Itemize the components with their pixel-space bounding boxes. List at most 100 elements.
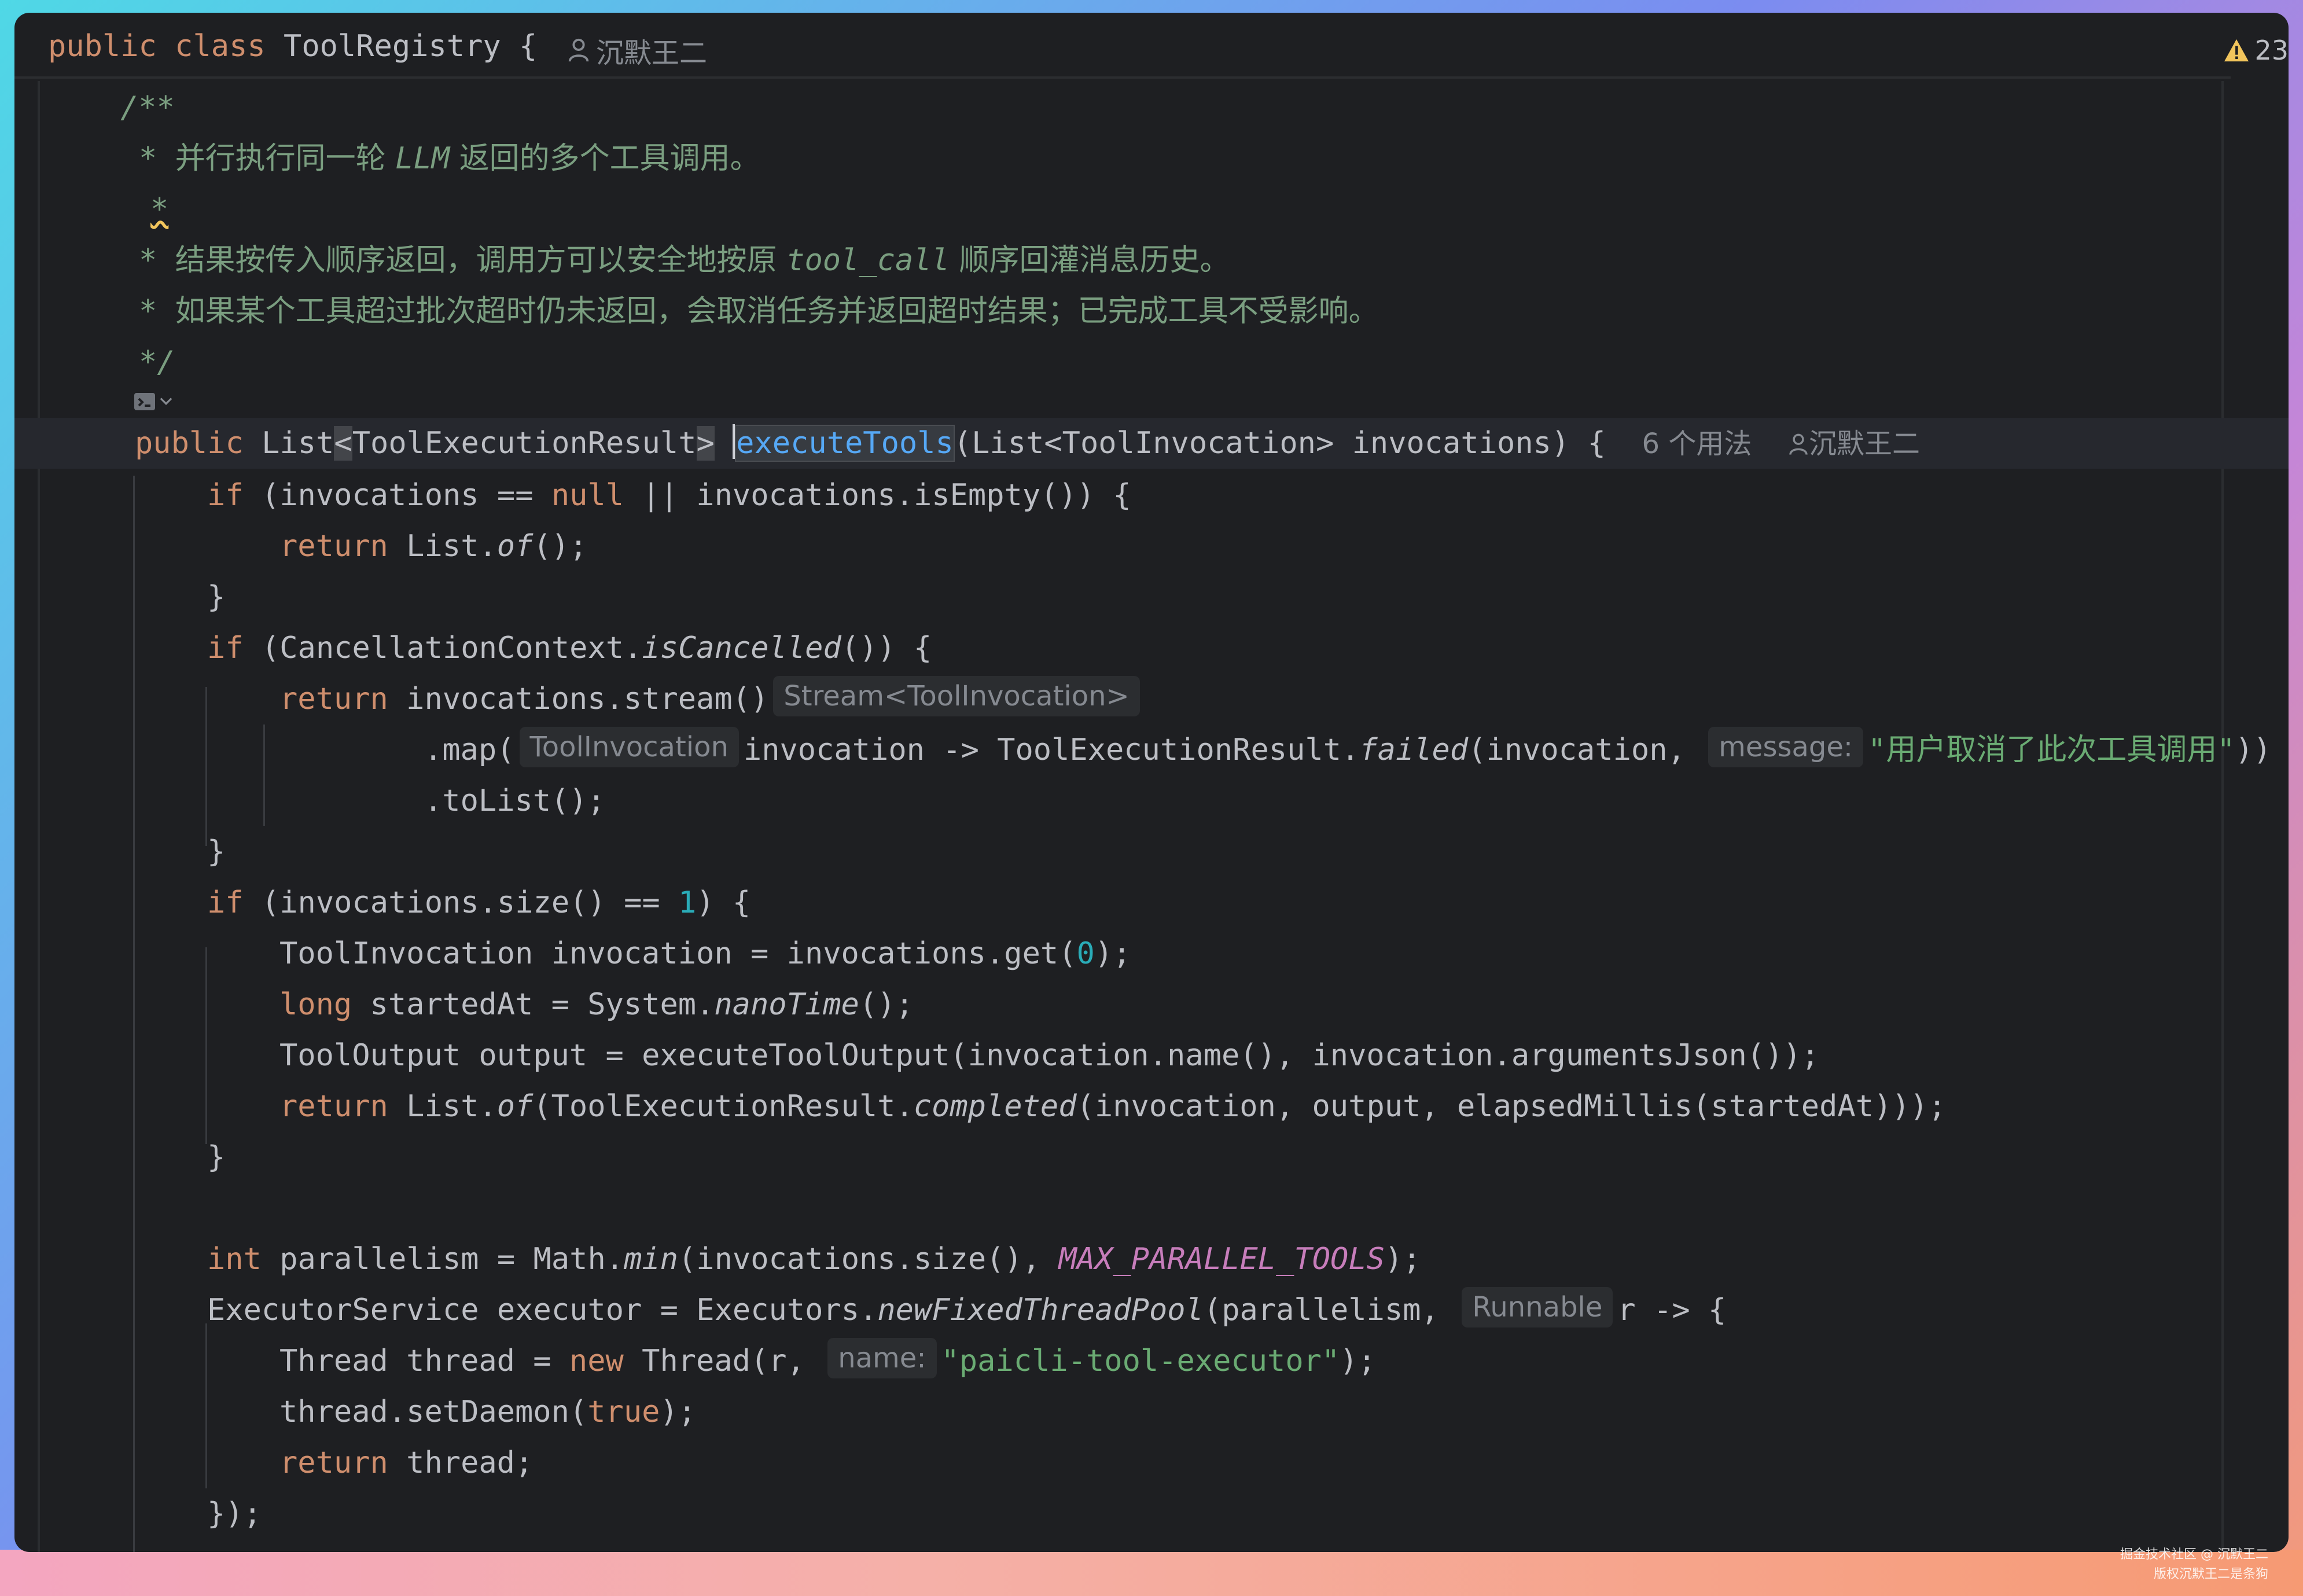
code-text: ); [660,1395,697,1429]
static-method: failed [1359,733,1469,767]
javadoc-star: * [139,243,175,278]
javadoc-text: 顺序回灌消息历史。 [949,243,1230,278]
chevron-down-icon [160,398,172,406]
code-line[interactable]: if (invocations.size() == 1) { [207,877,2289,928]
code-text: parallelism = Math. [261,1242,624,1277]
bracket-highlight: < [334,426,352,461]
code-text: invocations.stream() [388,682,769,716]
code-line[interactable]: return List.of(ToolExecutionResult.compl… [279,1081,2289,1132]
bracket-highlight: > [696,426,715,461]
code-text: }); [207,1496,262,1531]
method-name-executeTools[interactable]: executeTools [735,425,955,462]
static-method: isCancelled [642,631,841,665]
code-line[interactable]: if (CancellationContext.isCancelled()) { [207,623,2289,674]
code-text: (parallelism, [1203,1293,1458,1327]
code-line[interactable]: * 并行执行同一轮 LLM 返回的多个工具调用。 [139,133,2289,184]
watermark-line: 掘金技术社区 @ 沉默王二 [2120,1547,2268,1562]
javadoc-close: */ [139,345,175,380]
code-line[interactable]: Thread thread = new Thread(r, name: "paic… [279,1336,2289,1387]
code-line[interactable]: return invocations.stream() Stream<ToolIn… [279,674,2289,725]
javadoc-text: 并行执行同一轮 [175,141,396,176]
static-method: of [496,529,534,564]
code-line[interactable]: if (invocations == null || invocations.i… [207,470,2289,521]
code-text: (invocation, [1468,733,1704,767]
code-line[interactable]: */ [139,337,2289,388]
person-icon [1789,433,1808,455]
code-line[interactable]: } [207,1132,2289,1183]
code-text: ()) { [841,631,932,665]
code-text: (CancellationContext. [243,631,642,665]
render-doc-toggle[interactable] [133,390,174,413]
code-line[interactable]: return List.of(); [279,521,2289,572]
method-author-name: 沉默王二 [1808,428,1920,460]
static-method: completed [913,1089,1077,1124]
code-line[interactable]: * 如果某个工具超过批次超时仍未返回，会取消任务并返回超时结果；已完成工具不受影… [139,286,2289,337]
javadoc-code: LLM [395,141,450,176]
static-method: nanoTime [714,987,859,1022]
javadoc-open: /** [120,90,175,125]
code-line[interactable]: thread.setDaemon(true); [279,1387,2289,1437]
close-brace: } [207,580,226,615]
code-line[interactable]: ToolInvocation invocation = invocations.… [279,928,2289,979]
return-type-arg: ToolExecutionResult [352,426,697,461]
code-line[interactable]: ExecutorService executor = Executors.new… [207,1285,2289,1336]
usages-hint[interactable]: 6 个用法 [1642,428,1752,460]
code-line[interactable]: return thread; [279,1437,2289,1488]
number-literal: 0 [1076,936,1095,971]
code-text: .map( [424,733,515,767]
code-line[interactable]: } [207,826,2289,877]
keyword-return: return [279,1089,388,1124]
javadoc-text: 返回的多个工具调用。 [450,141,760,176]
code-text: (invocations == [243,478,551,513]
keyword-public: public [135,426,244,461]
code-line[interactable]: int parallelism = Math.min(invocations.s… [207,1234,2289,1285]
code-line[interactable]: .toList(); [424,775,2289,826]
doc-render-icon [134,393,155,410]
code-line[interactable]: .map(ToolInvocation invocation -> ToolExe… [424,725,2289,775]
keyword-new: new [569,1344,624,1378]
javadoc-code: tool_call [786,243,950,278]
code-text: || invocations.isEmpty()) { [624,478,1131,513]
keyword-true: true [587,1395,660,1429]
code-text: ); [1340,1344,1376,1378]
code-text: (); [859,987,914,1022]
text-caret [733,424,735,459]
code-line[interactable]: } [207,572,2289,623]
code-text: (); [533,529,588,564]
type-inlay-hint: Stream<ToolInvocation> [773,676,1140,716]
code-editor-window[interactable]: public class ToolRegistry { 沉默王二 23 /** … [14,13,2289,1552]
method-params: (List<ToolInvocation> invocations) { [953,426,1606,461]
javadoc-star: * [139,141,175,176]
code-area[interactable]: /** * 并行执行同一轮 LLM 返回的多个工具调用。 * * 结果按传入顺序… [14,13,2289,1552]
static-method: of [496,1089,534,1124]
code-line[interactable]: * 结果按传入顺序返回，调用方可以安全地按原 tool_call 顺序回灌消息历… [139,235,2289,286]
keyword-int: int [207,1242,262,1277]
code-text: )) [2235,733,2272,767]
code-line[interactable]: ToolOutput output = executeToolOutput(in… [279,1030,2289,1081]
code-text: (invocations.size(), [678,1242,1059,1277]
keyword-return: return [279,529,388,564]
code-line[interactable]: long startedAt = System.nanoTime(); [279,979,2289,1030]
javadoc-star: * [139,294,175,329]
code-line-empty[interactable] [207,1183,2289,1234]
type-inlay-hint: ToolInvocation [519,727,739,767]
javadoc-star-warning[interactable]: * [150,192,168,227]
code-line-current[interactable]: public List<ToolExecutionResult> execute… [14,418,2289,469]
code-text: ToolInvocation invocation = invocations.… [279,936,1077,971]
watermark: 掘金技术社区 @ 沉默王二 版权沉默王二是条狗 [2120,1545,2268,1584]
keyword-null: null [551,478,624,513]
code-text: (invocations.size() == [243,885,678,920]
method-author-hint[interactable]: 沉默王二 [1788,428,1920,460]
watermark-line: 版权沉默王二是条狗 [2153,1567,2268,1582]
code-line[interactable]: * [150,184,2289,235]
keyword-if: if [207,885,244,920]
code-text: List. [388,529,497,564]
number-literal: 1 [678,885,697,920]
background-bottom-band [0,1550,2303,1596]
static-method: newFixedThreadPool [877,1293,1204,1327]
code-line[interactable]: }); [207,1488,2289,1539]
close-brace: } [207,834,226,869]
code-text: Thread thread = [279,1344,569,1378]
keyword-if: if [207,631,244,665]
code-line[interactable]: /** [120,82,2289,133]
